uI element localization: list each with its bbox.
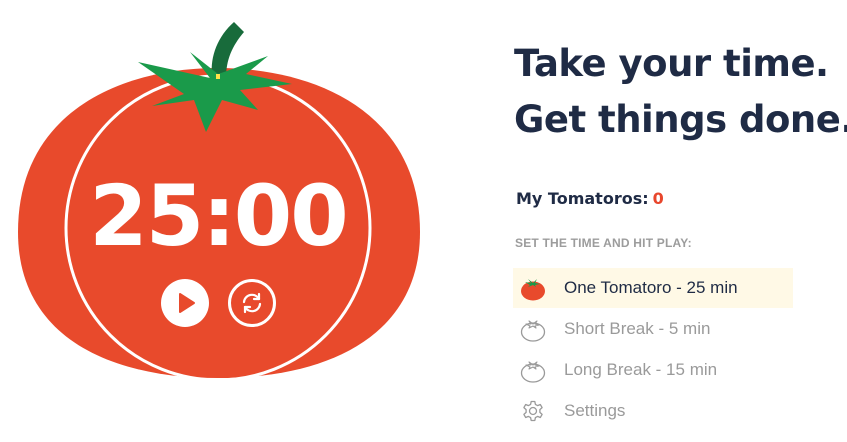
headline-line-2: Get things done. <box>514 98 847 141</box>
menu-item-label: Long Break - 15 min <box>564 360 718 379</box>
tomato-outline-icon <box>520 361 546 383</box>
tomato-filled-icon <box>521 279 545 301</box>
menu-item-long-break[interactable]: Long Break - 15 min <box>513 350 793 390</box>
menu-item-short-break[interactable]: Short Break - 5 min <box>513 309 793 349</box>
menu-item-label: One Tomatoro - 25 min <box>564 278 738 297</box>
tomatoros-label: My Tomatoros: <box>516 189 649 208</box>
reset-button[interactable] <box>228 279 276 327</box>
menu-item-settings[interactable]: Settings <box>513 391 793 431</box>
headline-line-1: Take your time. <box>514 42 829 85</box>
tomato-outline-icon <box>520 320 546 342</box>
timer-display: 25:00 <box>89 167 348 265</box>
instruction-text: SET THE TIME AND HIT PLAY: <box>515 236 692 250</box>
menu-item-label: Settings <box>564 401 626 420</box>
menu-item-one-tomatoro[interactable]: One Tomatoro - 25 min <box>513 268 793 308</box>
headline: Take your time. Get things done. <box>514 36 847 148</box>
play-icon <box>179 293 195 313</box>
ring-top-marker <box>216 74 220 79</box>
tomatoros-counter: My Tomatoros: 0 <box>516 189 664 208</box>
reset-icon <box>242 292 262 314</box>
menu-item-label: Short Break - 5 min <box>564 319 711 338</box>
play-button[interactable] <box>161 279 209 327</box>
gear-icon <box>523 400 543 422</box>
tomatoros-count: 0 <box>652 189 664 208</box>
